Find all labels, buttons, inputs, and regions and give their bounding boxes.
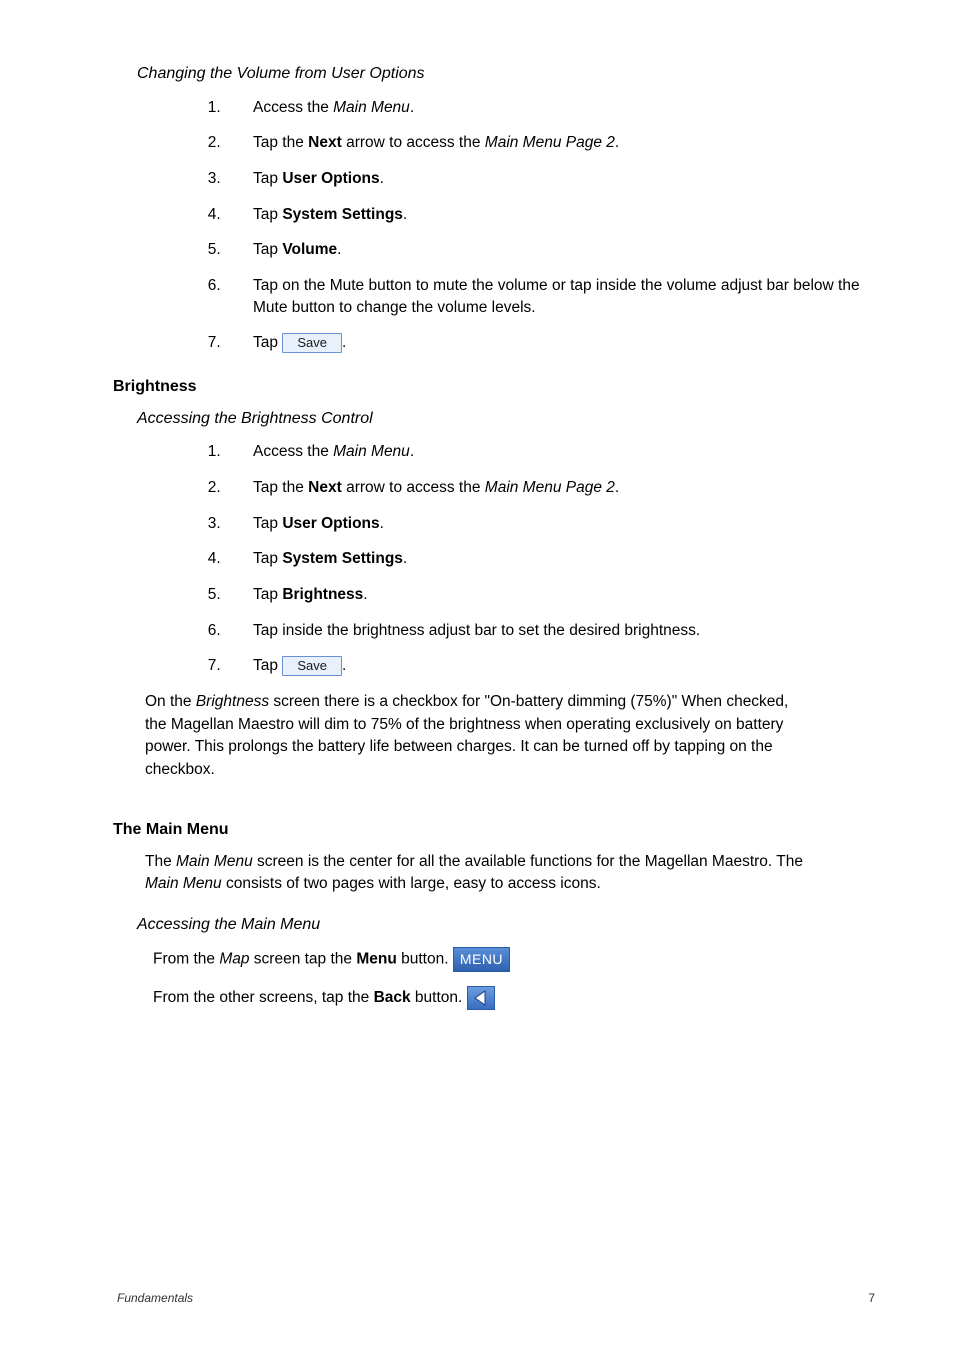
t: . [410,443,414,460]
t: . [337,241,341,258]
step: Tap User Options. [225,513,889,535]
subheading-access-main-menu: Accessing the Main Menu [137,914,889,936]
step: Tap User Options. [225,168,889,190]
t: Tap the [253,479,308,496]
t: . [403,206,407,223]
bold: System Settings [282,550,403,567]
term: Main Menu [145,875,222,892]
t: Tap inside the brightness adjust bar to … [253,622,700,639]
t: The [145,853,176,870]
bold: Next [308,134,342,151]
subheading-volume: Changing the Volume from User Options [137,63,889,85]
t: Tap [253,657,282,674]
back-arrow-icon [468,987,494,1009]
instruction-line: From the other screens, tap the Back but… [153,986,889,1010]
term: Brightness [196,693,269,710]
instruction-line: From the Map screen tap the Menu button.… [153,947,889,972]
term: Main Menu Page 2 [485,134,615,151]
t: . [342,657,346,674]
term: Main Menu Page 2 [485,479,615,496]
save-button[interactable]: Save [282,333,342,353]
t: arrow to access the [342,134,485,151]
t: screen tap the [249,951,356,968]
term: Main Menu [176,853,253,870]
t: . [403,550,407,567]
bold: System Settings [282,206,403,223]
step: Tap System Settings. [225,204,889,226]
subheading-brightness-control: Accessing the Brightness Control [137,408,889,430]
bold: User Options [282,170,379,187]
bold: Back [374,989,411,1006]
t: button. [411,989,467,1006]
step: Tap the Next arrow to access the Main Me… [225,132,889,154]
step: Access the Main Menu. [225,441,889,463]
t: Access the [253,443,333,460]
t: button. [397,951,453,968]
save-button[interactable]: Save [282,656,342,676]
t: . [342,334,346,351]
t: . [615,479,619,496]
step: Tap Volume. [225,239,889,261]
t: Tap on the Mute button to mute the volum… [253,277,860,316]
back-button[interactable] [467,986,495,1010]
step: Tap the Next arrow to access the Main Me… [225,477,889,499]
heading-brightness: Brightness [113,376,889,398]
t: Tap [253,334,282,351]
t: arrow to access the [342,479,485,496]
step: Access the Main Menu. [225,97,889,119]
t: From the [153,951,219,968]
menu-button[interactable]: MENU [453,947,510,972]
term: Map [219,951,249,968]
t: Access the [253,99,333,116]
t: On the [145,693,196,710]
steps-brightness: Access the Main Menu. Tap the Next arrow… [165,441,889,677]
t: . [615,134,619,151]
main-menu-para: The Main Menu screen is the center for a… [145,851,809,896]
t: Tap [253,515,282,532]
term: Main Menu [333,99,410,116]
t: . [410,99,414,116]
bold: User Options [282,515,379,532]
brightness-note: On the Brightness screen there is a chec… [145,691,809,781]
t: screen is the center for all the availab… [253,853,803,870]
t: Tap [253,586,282,603]
t: Tap the [253,134,308,151]
steps-volume: Access the Main Menu. Tap the Next arrow… [165,97,889,355]
term: Main Menu [333,443,410,460]
heading-main-menu: The Main Menu [113,819,889,841]
step: Tap System Settings. [225,548,889,570]
step: Tap Save. [225,332,889,354]
t: Tap [253,550,282,567]
t: Tap [253,241,282,258]
step: Tap inside the brightness adjust bar to … [225,620,889,642]
t: . [363,586,367,603]
t: . [380,515,384,532]
step: Tap on the Mute button to mute the volum… [225,275,889,318]
step: Tap Save. [225,655,889,677]
t: Tap [253,170,282,187]
footer-page-number: 7 [868,1290,875,1306]
footer-section: Fundamentals [117,1290,193,1306]
bold: Volume [282,241,337,258]
t: Tap [253,206,282,223]
bold: Next [308,479,342,496]
step: Tap Brightness. [225,584,889,606]
t: . [380,170,384,187]
bold: Brightness [282,586,363,603]
t: consists of two pages with large, easy t… [222,875,601,892]
bold: Menu [356,951,396,968]
t: From the other screens, tap the [153,989,374,1006]
page-footer: Fundamentals 7 [65,1290,889,1306]
